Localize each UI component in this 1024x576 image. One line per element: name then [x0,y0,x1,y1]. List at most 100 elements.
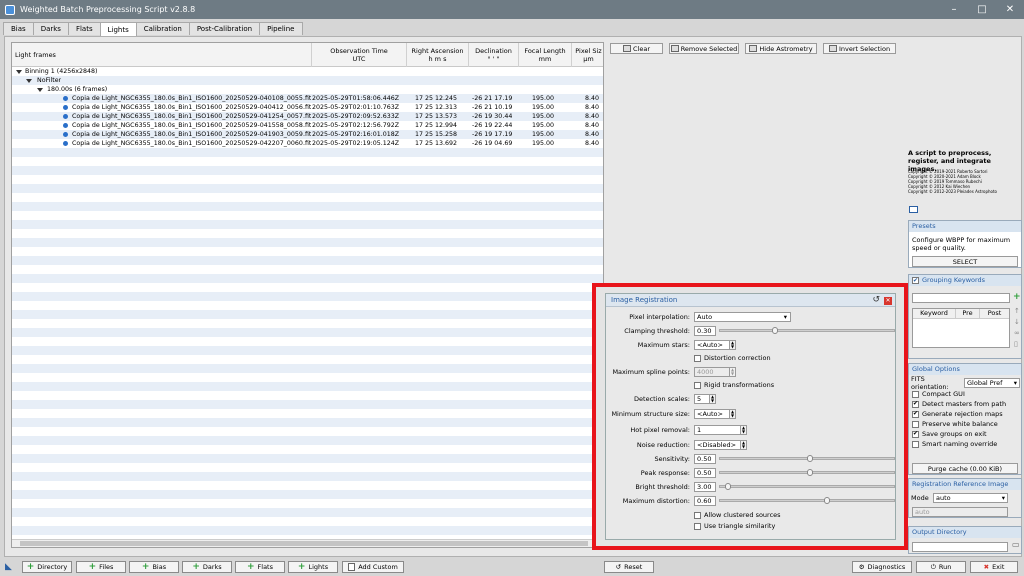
table-row[interactable]: Copia de Light_NGC6355_180.0s_Bin1_ISO16… [12,139,603,148]
new-instance-icon[interactable]: ◣ [5,562,12,572]
scrollbar-thumb[interactable] [20,541,588,546]
global-option-3[interactable]: Preserve white balance [909,419,1021,429]
hot-pixel-removal-spinbox[interactable]: 1 ▲ ▼ [694,425,747,435]
global-option-0[interactable]: Compact GUI [909,389,1021,399]
expand-arrow-icon[interactable] [37,88,43,92]
tab-pipeline[interactable]: Pipeline [259,22,303,35]
add-darks-button[interactable]: + Darks [182,561,232,573]
reset-button[interactable]: ↺ Reset [604,561,654,573]
link-icon[interactable]: ∞ [1014,329,1020,337]
checkbox-box[interactable]: ✔ [912,400,919,408]
table-row[interactable]: Copia de Light_NGC6355_180.0s_Bin1_ISO16… [12,121,603,130]
checkbox-box[interactable]: ✔ [912,430,919,438]
add-flats-button[interactable]: + Flats [235,561,285,573]
grouping-checkbox[interactable]: ✔ [912,277,919,284]
max-spline-points-spinbox[interactable]: 4000 ▲ ▼ [694,367,736,377]
use-triangle-similarity-checkbox[interactable]: Use triangle similarity [691,521,775,531]
expand-arrow-icon[interactable] [16,70,22,74]
checkbox-box[interactable] [912,390,919,398]
grouping-header[interactable]: ✔ Grouping Keywords [909,275,1021,286]
col-keyword[interactable]: Keyword [913,309,955,318]
table-row[interactable]: Copia de Light_NGC6355_180.0s_Bin1_ISO16… [12,130,603,139]
table-row[interactable]: Copia de Light_NGC6355_180.0s_Bin1_ISO16… [12,94,603,103]
invert-selection-button[interactable]: Invert Selection [823,43,896,54]
tab-darks[interactable]: Darks [32,22,69,35]
purge-cache-button[interactable]: Purge cache (0.00 KiB) [912,463,1018,474]
documentation-icon[interactable] [909,206,918,213]
sensitivity-slider[interactable] [719,455,895,462]
maximum-stars-spinbox[interactable]: <Auto> ▲ ▼ [694,340,736,350]
tree-group-filter[interactable]: NoFilter [12,76,603,85]
allow-clustered-sources-checkbox[interactable]: Allow clustered sources [691,510,781,520]
clamping-threshold-slider[interactable] [719,327,895,334]
keyword-list[interactable]: Keyword Pre Post [912,308,1010,348]
pixel-interpolation-select[interactable]: Auto ▾ [694,312,791,322]
tab-bias[interactable]: Bias [3,22,34,35]
spinner-arrows-icon[interactable]: ▲ ▼ [729,367,736,377]
add-custom-button[interactable]: Add Custom [342,561,404,573]
col-right-ascension[interactable]: Right Ascension h m s [407,43,469,67]
col-light-frames[interactable]: Light frames [12,43,312,67]
sensitivity-input[interactable]: 0.50 [694,454,716,464]
tab-lights[interactable]: Lights [99,22,137,36]
col-pre[interactable]: Pre [955,309,979,318]
tree-group-binning[interactable]: Binning 1 (4256x2848) [12,67,603,76]
tab-post-calibration[interactable]: Post-Calibration [188,22,261,35]
clamping-threshold-input[interactable]: 0.30 [694,326,716,336]
table-row[interactable]: Copia de Light_NGC6355_180.0s_Bin1_ISO16… [12,103,603,112]
slider-handle[interactable] [807,469,813,476]
checkbox-box[interactable] [694,354,701,362]
checkbox-box[interactable] [912,420,919,428]
maximum-distortion-slider[interactable] [719,497,895,504]
slider-handle[interactable] [807,455,813,462]
output-directory-input[interactable] [912,542,1008,552]
checkbox-box[interactable] [912,440,919,448]
distortion-correction-checkbox[interactable]: Distortion correction [691,353,771,363]
folder-icon[interactable]: ▭ [1012,540,1020,549]
noise-reduction-spinbox[interactable]: <Disabled> ▲ ▼ [694,440,747,450]
global-option-2[interactable]: ✔ Generate rejection maps [909,409,1021,419]
spinner-arrows-icon[interactable]: ▲ ▼ [729,340,736,350]
table-row[interactable]: Copia de Light_NGC6355_180.0s_Bin1_ISO16… [12,112,603,121]
keyword-input[interactable] [912,293,1010,303]
checkbox-box[interactable] [694,511,701,519]
expand-arrow-icon[interactable] [26,79,32,83]
run-button[interactable]: ⏻ Run [916,561,966,573]
close-button[interactable]: ✕ [996,0,1024,19]
global-option-1[interactable]: ✔ Detect masters from path [909,399,1021,409]
add-keyword-icon[interactable]: + [1013,292,1021,302]
peak-response-slider[interactable] [719,469,895,476]
reset-icon[interactable]: ↺ [872,294,880,307]
reference-image-field[interactable]: auto [912,507,1008,517]
col-pixel-size[interactable]: Pixel Siz μm [572,43,603,67]
bright-threshold-input[interactable]: 3.00 [694,482,716,492]
slider-handle[interactable] [772,327,779,334]
tab-flats[interactable]: Flats [67,22,101,35]
global-option-5[interactable]: Smart naming override [909,439,1021,449]
slider-handle[interactable] [725,483,732,490]
hide-astrometry-button[interactable]: Hide Astrometry [745,43,817,54]
rigid-transformations-checkbox[interactable]: Rigid transformations [691,380,774,390]
spinner-arrows-icon[interactable]: ▲ ▼ [740,425,747,435]
col-observation-time[interactable]: Observation Time UTC [312,43,407,67]
minimize-button[interactable]: – [940,0,968,19]
tree-group-exposure[interactable]: 180.00s (6 frames) [12,85,603,94]
spinner-arrows-icon[interactable]: ▲ ▼ [740,440,747,450]
detection-scales-spinbox[interactable]: 5 ▲ ▼ [694,394,716,404]
checkbox-box[interactable] [694,522,701,530]
move-down-icon[interactable]: ↓ [1014,318,1020,326]
tab-calibration[interactable]: Calibration [135,22,190,35]
col-declination[interactable]: Declination ° ' " [469,43,519,67]
horizontal-scrollbar[interactable] [12,539,603,547]
min-structure-size-spinbox[interactable]: <Auto> ▲ ▼ [694,409,736,419]
checkbox-box[interactable] [694,381,701,389]
spinner-arrows-icon[interactable]: ▲ ▼ [729,409,736,419]
global-option-4[interactable]: ✔ Save groups on exit [909,429,1021,439]
remove-selected-button[interactable]: Remove Selected [669,43,739,54]
checkbox-box[interactable]: ✔ [912,410,919,418]
bright-threshold-slider[interactable] [719,483,895,490]
close-icon[interactable]: ✕ [884,297,892,305]
reference-mode-select[interactable]: auto ▾ [933,493,1008,503]
fits-orientation-select[interactable]: Global Pref ▾ [964,378,1020,388]
presets-select-button[interactable]: SELECT [912,256,1018,267]
